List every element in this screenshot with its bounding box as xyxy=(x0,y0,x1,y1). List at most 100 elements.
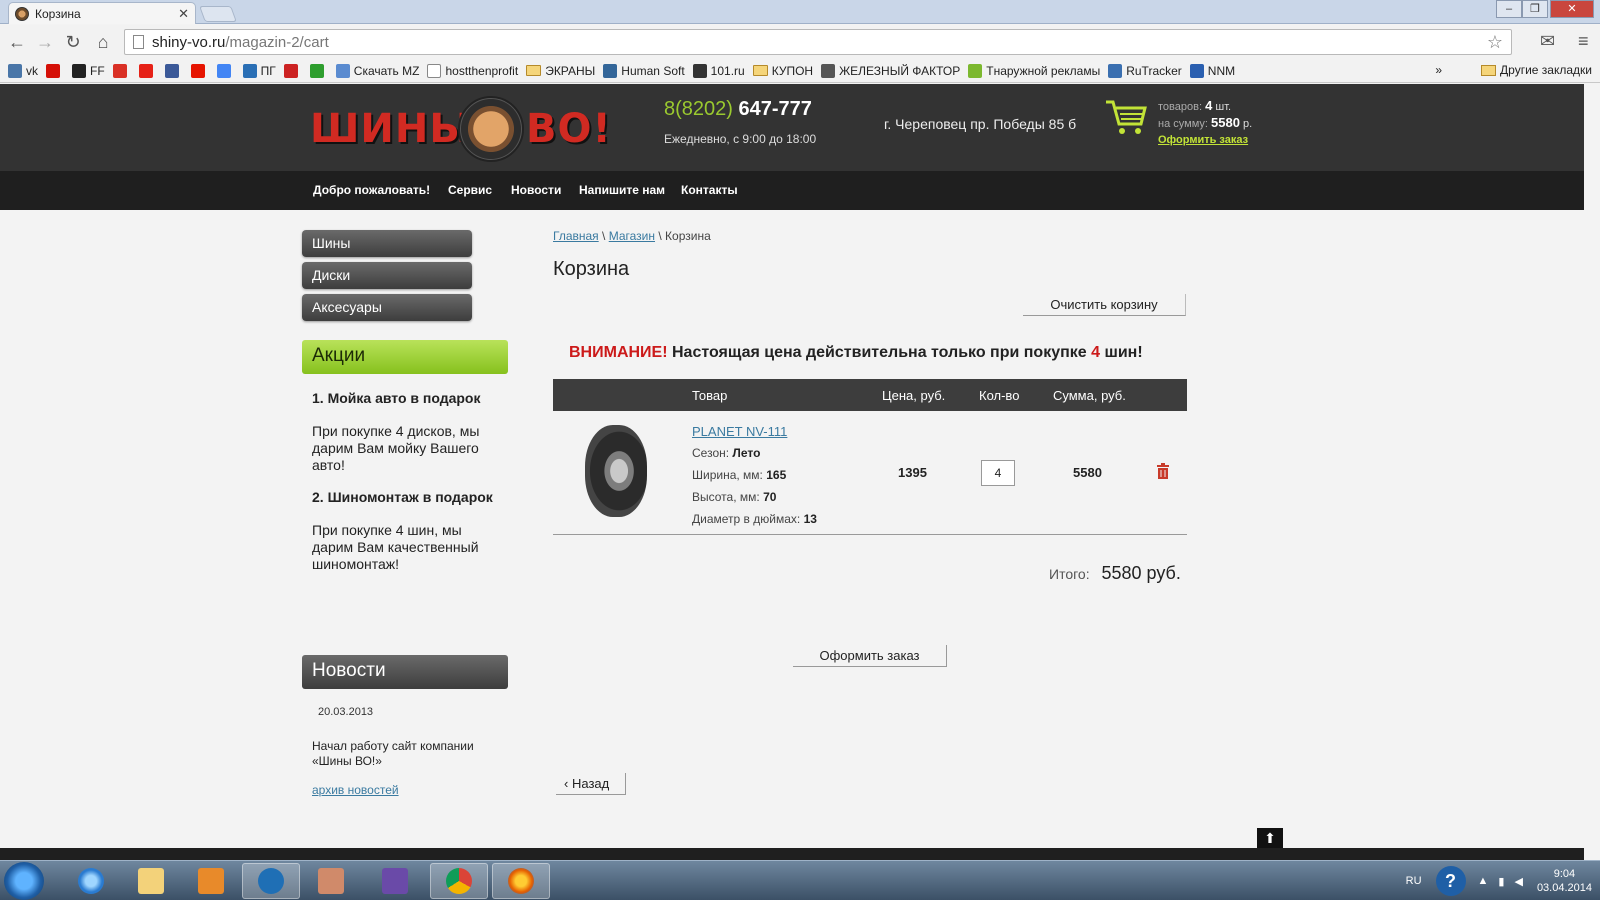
news-text: Начал работу сайт компании «Шины ВО!» xyxy=(312,739,474,768)
promo-header: Акции xyxy=(302,340,508,374)
shopping-cart-icon[interactable] xyxy=(1104,98,1148,138)
col-qty: Кол-во xyxy=(979,388,1020,403)
category-accessories[interactable]: Аксесуары xyxy=(302,294,472,321)
mz-icon xyxy=(335,63,350,78)
bookmark-item[interactable]: 101.ru xyxy=(692,63,745,78)
address-bar[interactable]: shiny-vo.ru/magazin-2/cart ☆ xyxy=(124,29,1512,55)
bookmark-item[interactable]: NNM xyxy=(1189,63,1235,78)
close-window-icon[interactable]: ✕ xyxy=(1550,0,1594,18)
menu-icon[interactable]: ≡ xyxy=(1578,31,1589,52)
bookmark-item[interactable]: Тнаружной рекламы xyxy=(968,63,1100,78)
bookmark-item[interactable] xyxy=(309,63,328,78)
news-date: 20.03.2013 xyxy=(318,706,374,718)
cart-sum-unit: р. xyxy=(1242,118,1253,130)
bookmark-item[interactable]: Скачать MZ xyxy=(335,63,420,78)
close-tab-icon[interactable]: ✕ xyxy=(178,6,189,22)
bookmark-star-icon[interactable]: ☆ xyxy=(1487,32,1503,53)
header-checkout-link[interactable]: Оформить заказ xyxy=(1158,134,1248,146)
clear-cart-button[interactable]: Очистить корзину xyxy=(1023,294,1186,316)
bookmark-item[interactable] xyxy=(46,63,64,78)
bookmark-item[interactable]: ЭКРАНЫ xyxy=(526,64,595,78)
minimize-icon[interactable]: – xyxy=(1496,0,1522,18)
bookmark-item[interactable]: hostthenprofit xyxy=(427,63,518,78)
bookmark-label: 101.ru xyxy=(710,63,745,78)
clock[interactable]: 9:04 03.04.2014 xyxy=(1537,867,1592,895)
trash-icon[interactable] xyxy=(1156,463,1170,479)
vk-icon xyxy=(8,63,22,78)
nav-contacts[interactable]: Контакты xyxy=(681,183,738,197)
browser-tab[interactable]: Корзина ✕ xyxy=(8,2,196,24)
taskbar-media[interactable] xyxy=(182,863,240,899)
other-bookmarks-label: Другие закладки xyxy=(1500,63,1592,77)
volume-icon[interactable]: ◀ xyxy=(1514,875,1522,888)
gear-icon xyxy=(821,63,836,78)
col-product: Товар xyxy=(692,388,728,403)
leaf-icon xyxy=(968,63,983,78)
bookmark-item[interactable]: RuTracker xyxy=(1108,63,1182,78)
help-icon[interactable]: ? xyxy=(1435,866,1466,896)
breadcrumb-shop[interactable]: Магазин xyxy=(609,229,655,243)
bookmark-item[interactable] xyxy=(112,63,131,78)
bookmark-item[interactable] xyxy=(164,63,183,78)
taskbar-firefox[interactable] xyxy=(492,863,550,899)
quantity-input[interactable]: 4 xyxy=(981,460,1015,486)
category-wheels[interactable]: Диски xyxy=(302,262,472,289)
nav-news[interactable]: Новости xyxy=(511,183,561,197)
taskbar-ie[interactable] xyxy=(62,863,120,899)
bookmark-item[interactable]: ПГ xyxy=(242,63,276,78)
network-icon[interactable]: ▮ xyxy=(1498,875,1504,888)
browser-toolbar: ← → ↻ ⌂ shiny-vo.ru/magazin-2/cart ☆ ✉ ≡ xyxy=(0,25,1600,59)
product-link[interactable]: PLANET NV-111 xyxy=(692,424,787,439)
taskbar-hp[interactable] xyxy=(242,863,300,899)
cart-sum-value: 5580 xyxy=(1211,115,1240,130)
bookmark-item[interactable] xyxy=(138,63,157,78)
place-order-button[interactable]: Оформить заказ xyxy=(793,645,947,667)
back-arrow-icon[interactable]: ← xyxy=(6,31,28,53)
bookmark-item[interactable]: Human Soft xyxy=(603,63,685,78)
bookmark-item[interactable]: FF xyxy=(72,63,105,78)
promo-2-title: 2. Шиномонтаж в подарок xyxy=(312,489,493,505)
other-bookmarks[interactable]: Другие закладки xyxy=(1481,63,1592,77)
nav-welcome[interactable]: Добро пожаловать! xyxy=(313,183,430,197)
new-tab-button[interactable] xyxy=(199,6,237,22)
nav-write-us[interactable]: Напишите нам xyxy=(579,183,665,197)
bookmark-item[interactable]: ЖЕЛЕЗНЫЙ ФАКТОР xyxy=(821,63,961,78)
nav-service[interactable]: Сервис xyxy=(448,183,492,197)
breadcrumb-home[interactable]: Главная xyxy=(553,229,599,243)
restore-icon[interactable]: ❐ xyxy=(1522,0,1548,18)
bookmark-label: КУПОН xyxy=(771,63,814,78)
cart-sum-label: на сумму: xyxy=(1158,118,1208,130)
clock-date: 03.04.2014 xyxy=(1536,882,1592,894)
bookmark-label: Скачать MZ xyxy=(353,63,420,78)
firefox-icon xyxy=(508,868,534,894)
system-tray: RU ? ▲ ▮ ◀ 9:04 03.04.2014 xyxy=(1406,861,1592,900)
language-indicator[interactable]: RU xyxy=(1406,875,1422,887)
bookmarks-more-button[interactable]: » xyxy=(1435,63,1442,77)
media-player-icon xyxy=(198,868,224,894)
bookmark-item[interactable]: КУПОН xyxy=(752,63,814,78)
tray-expand-icon[interactable]: ▲ xyxy=(1478,875,1489,887)
taskbar-explorer[interactable] xyxy=(122,863,180,899)
height-value: 70 xyxy=(763,490,777,504)
promo-1-title: 1. Мойка авто в подарок xyxy=(312,390,481,406)
home-icon[interactable]: ⌂ xyxy=(92,31,114,53)
back-button[interactable]: ‹ Назад xyxy=(556,773,626,795)
taskbar-chrome[interactable] xyxy=(430,863,488,899)
category-tires[interactable]: Шины xyxy=(302,230,472,257)
bookmark-item[interactable] xyxy=(216,63,235,78)
bookmark-label: ЖЕЛЕЗНЫЙ ФАКТОР xyxy=(839,63,961,78)
thumbs-up-tire-icon xyxy=(458,96,524,162)
scroll-top-icon[interactable]: ⬆ xyxy=(1257,828,1283,848)
taskbar-vs[interactable] xyxy=(366,863,424,899)
bookmark-item[interactable]: vk xyxy=(8,63,38,78)
site-logo[interactable]: ШИНЫ ВО! xyxy=(310,96,611,162)
reload-icon[interactable]: ↻ xyxy=(62,31,84,53)
news-archive-link[interactable]: архив новостей xyxy=(312,783,399,797)
start-button[interactable] xyxy=(4,862,44,900)
mail-icon[interactable]: ✉ xyxy=(1540,31,1555,52)
bookmark-item[interactable] xyxy=(283,63,302,78)
taskbar-app5[interactable] xyxy=(302,863,360,899)
bookmark-item[interactable] xyxy=(190,63,209,78)
bookmarks-bar: vk FF ПГ Скачать MZ hostthenprofit ЭКРАНЫ Huma… xyxy=(0,59,1600,83)
forward-arrow-icon[interactable]: → xyxy=(34,31,56,53)
